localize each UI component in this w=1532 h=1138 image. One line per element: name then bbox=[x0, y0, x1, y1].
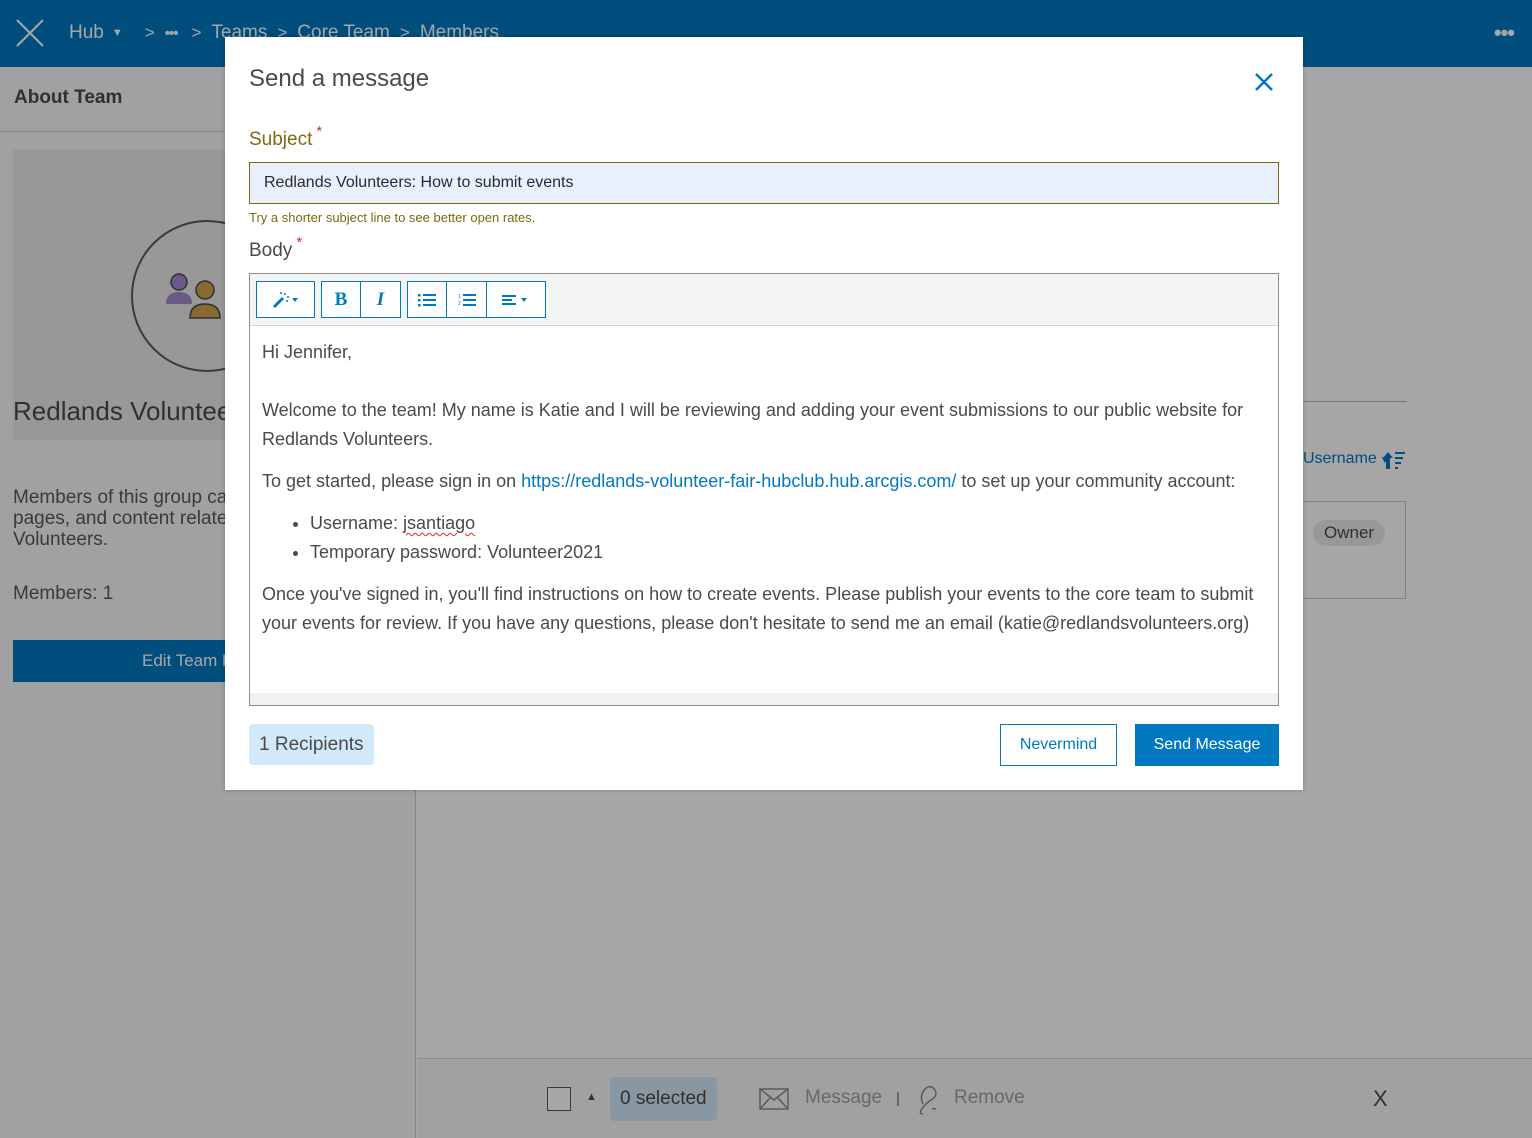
editor-status-bar bbox=[250, 693, 1278, 705]
italic-icon: I bbox=[376, 288, 385, 310]
body-paragraph: Welcome to the team! My name is Katie an… bbox=[262, 400, 1244, 449]
close-icon[interactable] bbox=[1253, 71, 1275, 93]
list-item: Username: jsantiago bbox=[310, 509, 1266, 538]
username-label: Username: bbox=[310, 513, 404, 533]
recipients-chip[interactable]: 1 Recipients bbox=[249, 724, 374, 765]
toolbar-group-format: B I bbox=[321, 281, 401, 318]
numbered-list-button[interactable]: 1 2 bbox=[447, 281, 487, 318]
paragraph-text: to set up your community account: bbox=[956, 471, 1236, 491]
subject-label: Subject * bbox=[249, 123, 322, 151]
paragraph-text: To get started, please sign in on bbox=[262, 471, 522, 491]
site-link[interactable]: https://redlands-volunteer-fair-hubclub.… bbox=[521, 471, 956, 491]
editor-toolbar: B I 1 2 bbox=[250, 274, 1278, 326]
required-mark: * bbox=[316, 123, 323, 140]
svg-text:2: 2 bbox=[458, 301, 461, 307]
body-label-text: Body bbox=[249, 240, 293, 261]
list-item: Temporary password: Volunteer2021 bbox=[310, 538, 1266, 567]
toolbar-group-lists: 1 2 bbox=[407, 281, 546, 318]
send-message-button[interactable]: Send Message bbox=[1135, 724, 1279, 766]
message-body-editor[interactable]: Hi Jennifer, Welcome to the team! My nam… bbox=[250, 326, 1278, 692]
subject-input[interactable] bbox=[249, 162, 1279, 204]
username-value: jsantiago bbox=[403, 513, 476, 533]
styles-button[interactable] bbox=[256, 281, 315, 318]
greeting: Hi Jennifer, bbox=[262, 342, 353, 362]
bold-icon: B bbox=[334, 288, 348, 310]
rich-text-editor: B I 1 2 Hi Jennifer, Welcome to the team… bbox=[249, 273, 1279, 706]
bulleted-list-icon bbox=[418, 293, 436, 306]
send-message-dialog: Send a message Subject* Try a shorter su… bbox=[225, 37, 1303, 790]
body-paragraph: To get started, please sign in on https:… bbox=[262, 467, 1266, 496]
credentials-list: Username: jsantiago Temporary password: … bbox=[310, 509, 1266, 567]
nevermind-button[interactable]: Nevermind bbox=[1000, 724, 1117, 766]
magic-wand-icon bbox=[272, 291, 298, 308]
bulleted-list-button[interactable] bbox=[407, 281, 447, 318]
align-icon bbox=[502, 294, 527, 305]
body-paragraph: Once you've signed in, you'll find instr… bbox=[262, 584, 1254, 633]
bold-button[interactable]: B bbox=[321, 281, 361, 318]
svg-text:1: 1 bbox=[458, 294, 461, 300]
dialog-title: Send a message bbox=[249, 65, 430, 92]
body-label: Body * bbox=[249, 234, 302, 262]
toolbar-group-styles bbox=[256, 281, 315, 318]
subject-hint: Try a shorter subject line to see better… bbox=[249, 210, 536, 225]
numbered-list-icon: 1 2 bbox=[458, 293, 476, 307]
italic-button[interactable]: I bbox=[361, 281, 401, 318]
subject-label-text: Subject bbox=[249, 129, 313, 150]
align-button[interactable] bbox=[487, 281, 546, 318]
required-mark: * bbox=[296, 234, 303, 251]
